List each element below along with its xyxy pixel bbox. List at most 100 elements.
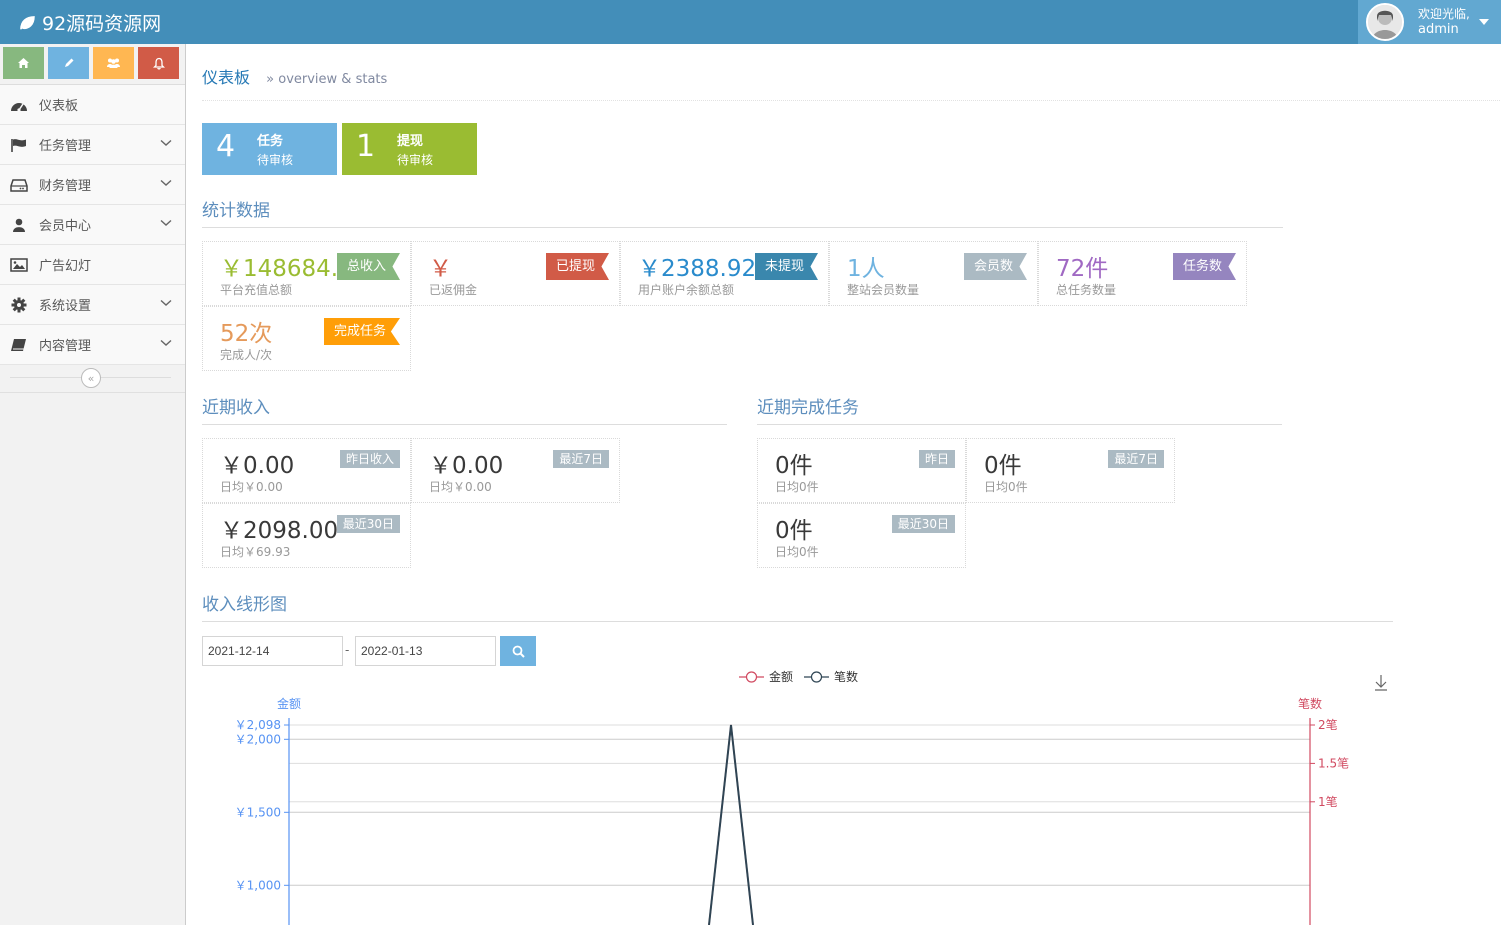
left-axis-title: 金额	[277, 696, 301, 711]
left-tick-label: ￥2,098	[235, 718, 281, 732]
shortcut-edit-button[interactable]	[48, 47, 89, 79]
income-line-chart: 金额 笔数 金额 笔数 ￥2,098￥2,000 ￥1,500 ￥1,000 2笔 1.…	[235, 669, 1387, 925]
chevron-down-icon	[160, 339, 172, 346]
pending-tasks-box[interactable]: 4 任务 待审核	[202, 123, 337, 175]
shortcut-users-button[interactable]	[93, 47, 134, 79]
stat-value: 0件	[775, 453, 813, 479]
stat-tasks: 72件 总任务数量 任务数	[1038, 241, 1247, 306]
stat-value: 0件	[775, 518, 813, 544]
date-separator: -	[345, 643, 350, 657]
legend-label-amount: 金额	[769, 669, 793, 684]
bell-icon	[152, 57, 165, 69]
brand[interactable]: 92源码资源网	[18, 9, 161, 36]
picture-icon	[9, 257, 29, 273]
pending-subtitle: 待审核	[257, 153, 294, 167]
stat-label: 日均0件	[775, 480, 819, 494]
left-tick-label: ￥1,500	[235, 805, 281, 819]
tasks-7days: 0件 日均0件 最近7日	[966, 438, 1175, 503]
right-tick-label: 1笔	[1318, 794, 1338, 809]
series-line-count	[708, 724, 754, 925]
sidebar-item-finance[interactable]: 财务管理	[0, 165, 185, 205]
flag-icon	[9, 137, 29, 153]
shortcut-alerts-button[interactable]	[138, 47, 179, 79]
top-navbar: 92源码资源网 欢迎光临, admin	[0, 0, 1501, 44]
stat-members: 1人 整站会员数量 会员数	[829, 241, 1038, 306]
legend-item-count[interactable]: 笔数	[804, 669, 858, 684]
income-yesterday: ￥0.00 日均￥0.00 昨日收入	[202, 438, 411, 503]
sidebar-item-label: 仪表板	[39, 99, 79, 114]
sidebar-item-label: 会员中心	[39, 219, 92, 234]
sidebar-item-dashboard[interactable]: 仪表板	[0, 85, 185, 125]
stat-label: 完成人/次	[220, 348, 273, 362]
sidebar-shortcuts	[0, 44, 185, 85]
right-axis-title: 笔数	[1298, 696, 1322, 711]
user-greeting: 欢迎光临,	[1418, 7, 1470, 21]
sidebar-collapse: «	[0, 365, 185, 393]
stat-value: 0件	[984, 453, 1022, 479]
stat-badge: 最近30日	[891, 515, 955, 533]
stat-value: ￥	[429, 256, 452, 282]
stat-label: 已返佣金	[429, 283, 478, 297]
stat-label: 日均￥0.00	[429, 480, 492, 494]
tasks-30days: 0件 日均0件 最近30日	[757, 503, 966, 568]
user-name: admin	[1418, 22, 1459, 37]
stat-ribbon: 已提现	[545, 253, 609, 280]
chevron-down-icon	[160, 219, 172, 226]
stats-header: 统计数据	[202, 196, 1283, 228]
stat-label: 日均0件	[984, 480, 1028, 494]
stat-ribbon: 完成任务	[323, 318, 400, 345]
pending-subtitle: 待审核	[397, 153, 434, 167]
pencil-icon	[64, 58, 73, 67]
stat-label: 日均0件	[775, 545, 819, 559]
left-tick-label: ￥2,000	[235, 732, 281, 746]
sidebar-item-label: 系统设置	[39, 299, 92, 314]
collapse-sidebar-button[interactable]: «	[81, 368, 101, 388]
legend-item-amount[interactable]: 金额	[739, 669, 793, 684]
sidebar-item-label: 广告幻灯	[39, 259, 92, 274]
sidebar-item-tasks[interactable]: 任务管理	[0, 125, 185, 165]
shortcut-home-button[interactable]	[3, 47, 44, 79]
stat-badge: 最近7日	[553, 450, 609, 468]
stat-value: 52次	[220, 321, 273, 347]
gear-icon	[9, 297, 29, 313]
income-30days: ￥2098.00 日均￥69.93 最近30日	[202, 503, 411, 568]
stat-ribbon: 会员数	[963, 253, 1027, 280]
download-icon[interactable]	[1375, 675, 1387, 691]
series-line-amount	[708, 724, 754, 925]
stat-value: 1人	[847, 256, 885, 282]
stat-value: ￥0.00	[220, 453, 295, 479]
income-header: 近期收入	[202, 393, 727, 425]
sidebar: 仪表板 任务管理 财务管理 会员中心 广告幻灯 系统设置 内容管理 «	[0, 44, 186, 925]
sidebar-item-settings[interactable]: 系统设置	[0, 285, 185, 325]
book-icon	[9, 337, 29, 353]
stat-label: 整站会员数量	[847, 283, 920, 297]
stat-ribbon: 未提现	[754, 253, 818, 280]
home-icon	[18, 58, 29, 68]
stat-badge: 最近30日	[336, 515, 400, 533]
stat-badge: 昨日收入	[339, 450, 400, 468]
main-content: 仪表板 » overview & stats 4 任务 待审核 1 提现 待审核…	[186, 44, 1501, 925]
stat-label: 平台充值总额	[220, 283, 293, 297]
stat-balance: ￥2388.92 用户账户余额总额 未提现	[620, 241, 829, 306]
dashboard-icon	[9, 97, 29, 113]
income-7days: ￥0.00 日均￥0.00 最近7日	[411, 438, 620, 503]
stat-label: 用户账户余额总额	[638, 283, 735, 297]
right-tick-label: 1.5笔	[1318, 755, 1349, 770]
stat-badge: 最近7日	[1108, 450, 1164, 468]
stat-label: 总任务数量	[1056, 283, 1117, 297]
sidebar-item-members[interactable]: 会员中心	[0, 205, 185, 245]
chevron-down-icon	[160, 179, 172, 186]
sidebar-item-content[interactable]: 内容管理	[0, 325, 185, 365]
stat-value: 72件	[1056, 256, 1109, 282]
search-icon	[512, 645, 525, 658]
chevron-down-icon	[160, 139, 172, 146]
left-tick-label: ￥1,000	[235, 878, 281, 892]
stat-ribbon: 总收入	[336, 253, 400, 280]
users-icon	[107, 58, 120, 68]
sidebar-item-slides[interactable]: 广告幻灯	[0, 245, 185, 285]
pending-withdraw-box[interactable]: 1 提现 待审核	[342, 123, 477, 175]
hdd-icon	[9, 177, 29, 193]
user-menu[interactable]: 欢迎光临, admin	[1358, 0, 1501, 44]
page-title: 仪表板	[202, 68, 251, 87]
brand-title: 92源码资源网	[42, 13, 162, 35]
